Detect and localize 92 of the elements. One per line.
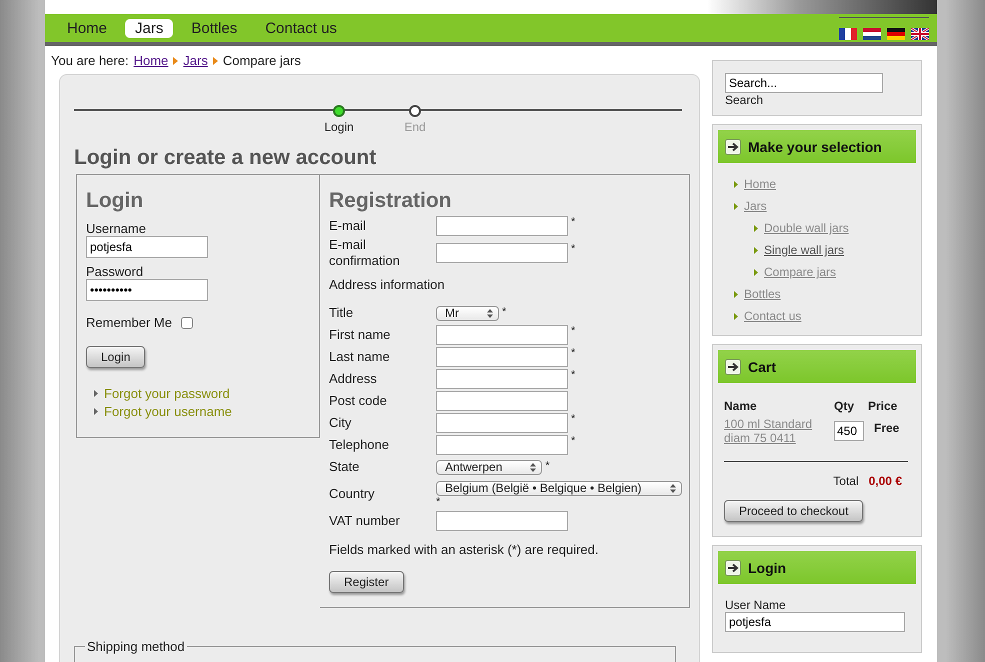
- text-field[interactable]: [436, 325, 568, 345]
- breadcrumb-link[interactable]: Jars: [183, 53, 208, 68]
- page-title: Login or create a new account: [74, 146, 378, 170]
- module-title: Make your selection: [748, 138, 882, 154]
- arrow-icon: [754, 246, 758, 254]
- username-field[interactable]: potjesfa: [86, 236, 208, 258]
- text-field[interactable]: [436, 391, 568, 411]
- column-header: Qty: [834, 399, 856, 413]
- required-mark: *: [571, 347, 576, 359]
- field-label: Password: [86, 264, 144, 279]
- checkbox[interactable]: [180, 316, 193, 328]
- section-title: Login: [86, 189, 144, 213]
- required-mark: *: [571, 369, 576, 381]
- nav-tab[interactable]: Jars: [125, 18, 174, 38]
- field-label: Country: [329, 486, 376, 502]
- nav-tab[interactable]: Contact us: [255, 18, 347, 38]
- arrow-icon: [754, 268, 758, 276]
- required-mark: *: [545, 460, 550, 472]
- stepper-icon: [670, 484, 676, 492]
- required-mark: *: [571, 216, 576, 228]
- price-text: Free: [873, 420, 900, 435]
- select-field[interactable]: Mr: [436, 306, 499, 320]
- required-note: Fields marked with an asterisk (*) are required.: [329, 542, 600, 557]
- field-label: E-mail: [329, 218, 367, 234]
- breadcrumb-current: Compare jars: [222, 53, 301, 68]
- arrow-icon: [734, 180, 738, 188]
- arrow-icon: [94, 408, 98, 414]
- checkbox-label: Remember Me: [86, 315, 172, 330]
- field-label: Username: [86, 221, 147, 236]
- required-mark: *: [502, 306, 506, 318]
- step-label: End: [404, 120, 426, 134]
- menu-link[interactable]: Single wall jars: [764, 243, 844, 257]
- field-label: Telephone: [329, 437, 390, 453]
- search-label: Search: [725, 93, 764, 107]
- flag-icon[interactable]: [887, 28, 905, 40]
- flag-icon[interactable]: [911, 28, 929, 40]
- total-value: 0,00 €: [868, 474, 902, 488]
- flag-icon[interactable]: [863, 28, 881, 40]
- field-label: First name: [329, 327, 392, 343]
- text-field[interactable]: [436, 435, 568, 455]
- arrow-icon: [94, 390, 98, 396]
- field-label: VAT number: [329, 513, 401, 529]
- arrow-icon: [754, 224, 758, 232]
- breadcrumb-link[interactable]: Home: [134, 53, 168, 68]
- arrow-icon: [173, 56, 178, 64]
- required-mark: *: [571, 325, 576, 337]
- select-field[interactable]: Belgium (België • Belgique • Belgien): [436, 480, 682, 496]
- nav-tab[interactable]: Bottles: [181, 18, 248, 38]
- text-field[interactable]: [436, 413, 568, 433]
- arrow-icon: [734, 290, 738, 298]
- text-field[interactable]: [436, 216, 568, 236]
- section-title: Registration: [329, 189, 453, 213]
- checkout-button[interactable]: Proceed to checkout: [724, 500, 864, 522]
- stepper-icon: [487, 308, 493, 318]
- field-label: Title: [329, 305, 354, 321]
- nav-tab[interactable]: Home: [57, 18, 118, 38]
- text-field[interactable]: [436, 347, 568, 367]
- fieldset-legend: Shipping method: [85, 639, 187, 654]
- field-label: Last name: [329, 349, 391, 365]
- search-field[interactable]: Search...: [725, 73, 883, 93]
- field-label: User Name: [725, 598, 787, 612]
- quantity-field[interactable]: 450: [834, 421, 864, 441]
- select-field[interactable]: Antwerpen: [436, 460, 542, 474]
- module-title: Login: [748, 560, 786, 576]
- step-label: Login: [324, 120, 354, 134]
- required-mark: *: [571, 243, 576, 255]
- total-label: Total: [833, 474, 859, 488]
- field-label: State: [329, 459, 360, 475]
- text-field[interactable]: [436, 511, 568, 531]
- arrow-icon: [734, 312, 738, 320]
- field-label: Address: [329, 371, 378, 387]
- section-heading: Address information: [329, 277, 446, 292]
- arrow-icon: [734, 202, 738, 210]
- flag-icon[interactable]: [839, 28, 857, 40]
- required-mark: *: [571, 413, 576, 425]
- field-label: Post code: [329, 393, 388, 409]
- text-field[interactable]: [436, 243, 568, 263]
- required-mark: *: [571, 435, 576, 447]
- required-mark: *: [436, 496, 440, 508]
- register-button[interactable]: Register: [329, 571, 404, 593]
- breadcrumb-label: You are here:: [51, 53, 129, 68]
- field-label: E-mail confirmation: [329, 237, 401, 269]
- column-header: Price: [868, 399, 898, 413]
- column-header: Name: [724, 399, 758, 413]
- login-button[interactable]: Login: [86, 346, 146, 368]
- field-label: City: [329, 415, 352, 431]
- text-field[interactable]: [436, 369, 568, 389]
- module-title: Cart: [748, 358, 776, 374]
- stepper-icon: [530, 462, 536, 472]
- username-field[interactable]: potjesfa: [725, 612, 905, 632]
- password-field[interactable]: ••••••••••: [86, 279, 208, 301]
- arrow-icon: [212, 56, 218, 64]
